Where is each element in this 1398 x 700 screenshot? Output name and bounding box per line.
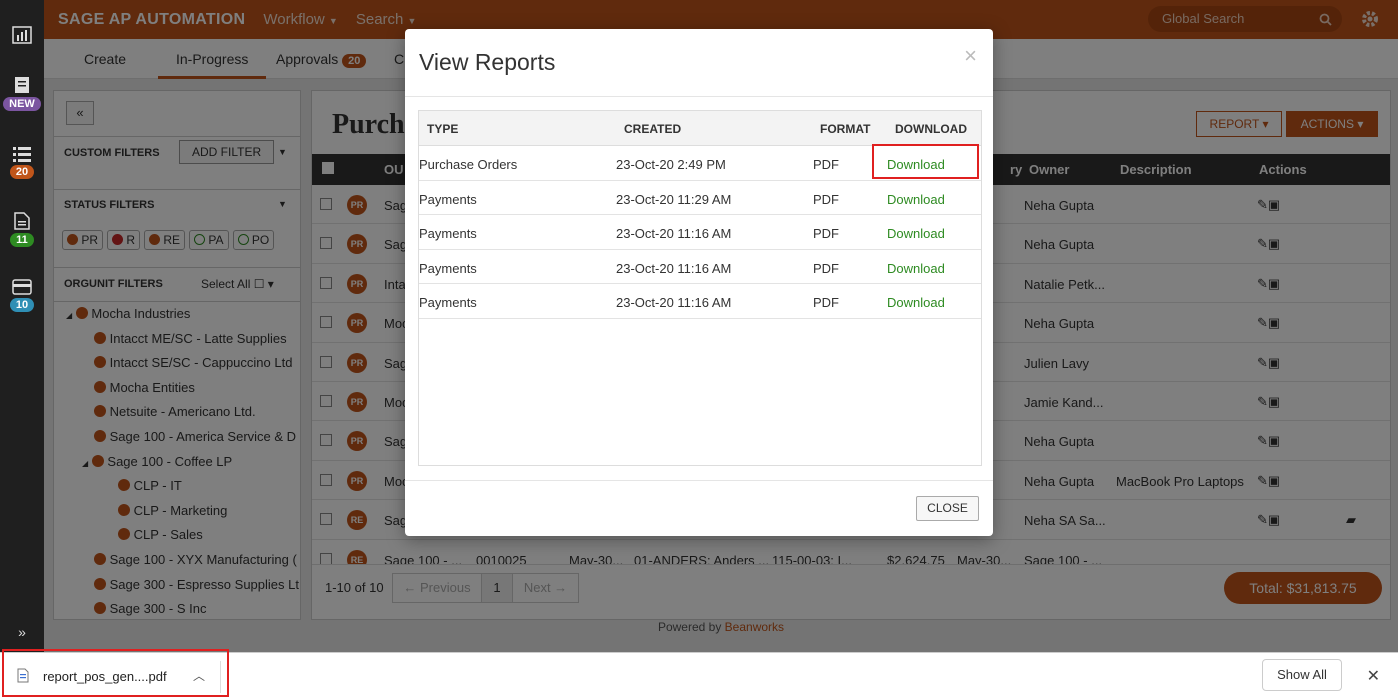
payment-count-badge: 10 [9,298,35,312]
report-row: Payments 23-Oct-20 11:29 AM PDF Download [419,181,981,216]
left-rail: NEW 20 11 10 » [0,0,44,652]
download-link[interactable]: Download [887,192,945,207]
reports-table-header: TYPE CREATED FORMAT DOWNLOAD [419,111,981,146]
view-reports-modal: View Reports × TYPE CREATED FORMAT DOWNL… [405,29,993,536]
invoice-count-badge: 11 [10,233,34,247]
download-highlight [872,144,979,179]
file-icon [14,212,30,230]
download-link[interactable]: Download [887,261,945,276]
invoice-nav[interactable]: 11 [0,212,44,247]
expand-rail-icon[interactable]: » [0,624,44,640]
report-row: Payments 23-Oct-20 11:16 AM PDF Download [419,250,981,285]
download-link[interactable]: Download [887,226,945,241]
document-icon [15,77,29,93]
list-nav[interactable]: 20 [0,146,44,179]
modal-title: View Reports [419,49,556,75]
new-badge: NEW [3,97,41,111]
download-item-highlight [2,649,229,697]
bar-chart-icon [12,26,32,44]
list-count-badge: 20 [9,165,35,179]
new-document-nav[interactable]: NEW [0,76,44,111]
credit-card-icon [12,279,32,295]
close-button[interactable]: CLOSE [916,496,979,521]
show-all-button[interactable]: Show All [1262,659,1342,691]
report-row: Payments 23-Oct-20 11:16 AM PDF Download [419,284,981,319]
list-icon [13,147,31,162]
dashboard-nav[interactable] [0,26,44,44]
close-icon[interactable]: × [964,43,977,69]
close-icon[interactable]: ✕ [1367,666,1380,686]
download-link[interactable]: Download [887,295,945,310]
payment-nav[interactable]: 10 [0,279,44,312]
report-row: Payments 23-Oct-20 11:16 AM PDF Download [419,215,981,250]
